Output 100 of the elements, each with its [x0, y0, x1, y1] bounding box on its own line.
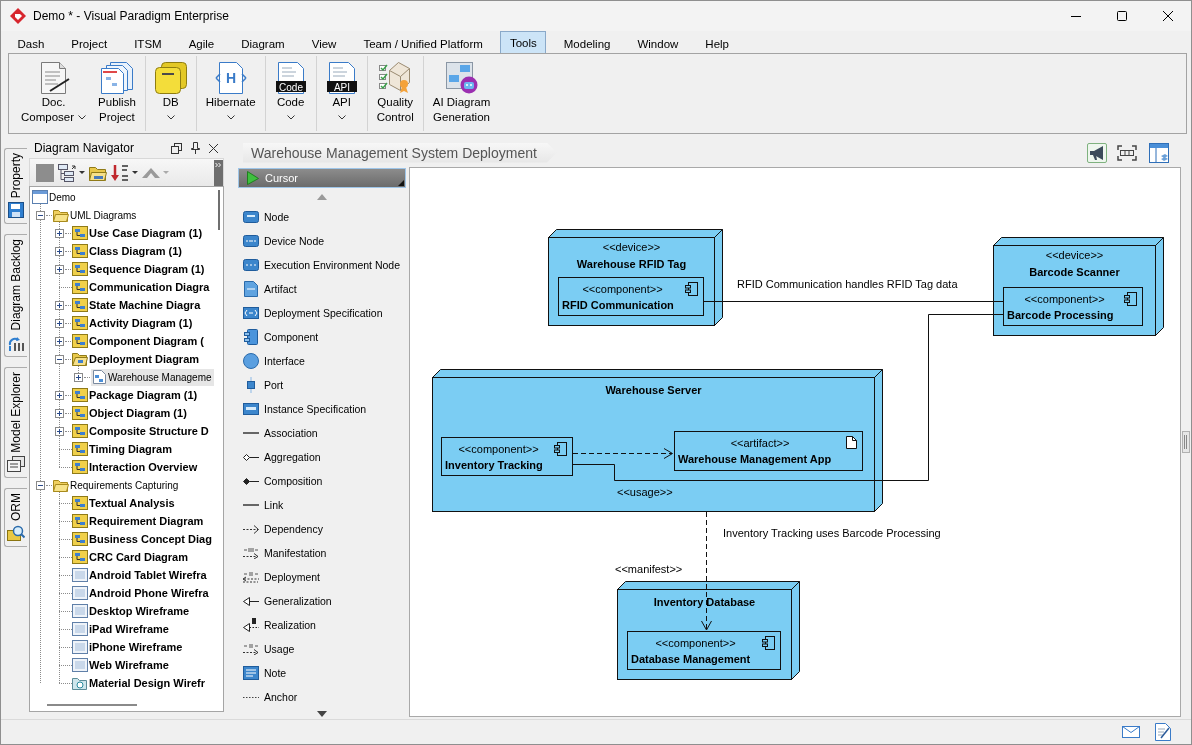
palette-tool[interactable]: Anchor — [237, 685, 407, 709]
tree-item[interactable]: Business Concept Diag — [72, 530, 214, 548]
ribbon-button[interactable]: AI Diagram Generation — [426, 56, 497, 131]
palette-tool[interactable]: Association — [237, 421, 407, 445]
expand-toggle[interactable] — [55, 318, 64, 328]
palette-tool[interactable]: Aggregation — [237, 445, 407, 469]
tree-item[interactable]: Desktop Wireframe — [72, 602, 192, 620]
pin-icon[interactable] — [191, 142, 200, 154]
tree-item[interactable]: Web Wireframe — [72, 656, 171, 674]
toolbar-button[interactable] — [58, 161, 85, 184]
palette-tool[interactable]: Component — [237, 325, 407, 349]
expand-toggle[interactable] — [55, 390, 64, 400]
ribbon-button[interactable]: Doc. Composer — [15, 56, 93, 131]
palette-tool[interactable]: Deployment Specification — [237, 301, 407, 325]
palette-tool[interactable]: Deployment — [237, 565, 407, 589]
tree-item[interactable]: Demo — [32, 188, 78, 206]
tree-item[interactable]: Requirements Capturing — [53, 476, 181, 494]
menu-tab[interactable]: Window — [627, 33, 688, 53]
menu-tab[interactable]: View — [302, 33, 346, 53]
palette-tool[interactable]: Link — [237, 493, 407, 517]
menu-tab[interactable]: Team / Unified Platform — [353, 33, 493, 53]
palette-tool[interactable]: Composition — [237, 469, 407, 493]
palette-tool[interactable]: Usage — [237, 637, 407, 661]
close-icon[interactable] — [209, 143, 218, 153]
expand-toggle[interactable] — [55, 426, 64, 436]
collapse-toggle[interactable] — [36, 210, 45, 220]
tree-item[interactable]: Interaction Overview — [72, 458, 200, 476]
toolbar-button[interactable] — [1147, 140, 1171, 165]
ribbon-button[interactable]: API API — [319, 56, 364, 131]
toolbar-button[interactable] — [1087, 142, 1107, 163]
palette-tool[interactable]: Artifact — [237, 277, 407, 301]
mail-icon[interactable] — [1122, 726, 1140, 738]
expand-toggle[interactable] — [55, 336, 64, 346]
menu-tab[interactable]: Dash — [8, 33, 54, 53]
scroll-down-icon[interactable] — [317, 710, 327, 717]
ribbon-button[interactable]: DB — [148, 56, 193, 131]
menu-tab[interactable]: Help — [695, 33, 739, 53]
tree-item[interactable]: Textual Analysis — [72, 494, 177, 512]
expand-toggle[interactable] — [74, 372, 83, 382]
tree-item[interactable]: iPad Wireframe — [72, 620, 171, 638]
menu-tab[interactable]: Agile — [179, 33, 224, 53]
tree-item[interactable]: Android Phone Wirefra — [72, 584, 211, 602]
side-tab[interactable]: Model Explorer — [4, 366, 27, 479]
palette-tool[interactable]: Note — [237, 661, 407, 685]
tree-item[interactable]: UML Diagrams — [53, 206, 139, 224]
palette-tool[interactable]: Generalization — [237, 589, 407, 613]
tree-item[interactable]: CRC Card Diagram — [72, 548, 191, 566]
tree-item[interactable]: Activity Diagram (1) — [72, 314, 195, 332]
tree-item[interactable]: Warehouse Manageme — [91, 368, 214, 386]
toolbar-button[interactable] — [1115, 142, 1139, 163]
menu-tab[interactable]: Project — [61, 33, 117, 53]
side-tab[interactable]: Property — [4, 148, 27, 225]
menu-tab[interactable]: Tools — [500, 31, 547, 53]
tree-item[interactable]: Android Tablet Wirefra — [72, 566, 209, 584]
tree-item[interactable]: Deployment Diagram — [72, 350, 202, 368]
restore-icon[interactable] — [171, 142, 182, 154]
scrollbar-thumb[interactable] — [218, 190, 220, 230]
ribbon-button[interactable]: Code Code — [268, 56, 313, 131]
splitter-handle[interactable] — [1182, 431, 1190, 453]
ribbon-button[interactable]: Publish Project — [92, 56, 142, 131]
palette-tool[interactable]: Manifestation — [237, 541, 407, 565]
palette-tool[interactable]: Node — [237, 205, 407, 229]
palette-tool[interactable]: Execution Environment Node — [237, 253, 407, 277]
menu-tab[interactable]: ITSM — [124, 33, 172, 53]
tree-item[interactable]: Material Design Wirefr — [72, 674, 208, 692]
cursor-tool[interactable]: Cursor — [238, 168, 406, 188]
expand-toggle[interactable] — [55, 300, 64, 310]
tree-item[interactable]: State Machine Diagra — [72, 296, 203, 314]
expand-toggle[interactable] — [55, 228, 64, 238]
collapse-toggle[interactable] — [36, 480, 45, 490]
tree-item[interactable]: Sequence Diagram (1) — [72, 260, 207, 278]
menu-tab[interactable]: Modeling — [554, 33, 620, 53]
note-pen-icon[interactable] — [1155, 723, 1171, 741]
tree-item[interactable]: iPhone Wireframe — [72, 638, 185, 656]
palette-tool[interactable]: Instance Specification — [237, 397, 407, 421]
side-tab[interactable]: ORM — [4, 488, 27, 548]
tree-item[interactable]: Composite Structure D — [72, 422, 211, 440]
expand-toggle[interactable] — [55, 246, 64, 256]
expand-toggle[interactable] — [55, 264, 64, 274]
more-icon[interactable] — [214, 159, 223, 186]
palette-tool[interactable]: Realization — [237, 613, 407, 637]
scrollbar-thumb[interactable] — [47, 704, 137, 706]
palette-tool[interactable]: Dependency — [237, 517, 407, 541]
palette-tool[interactable]: Port — [237, 373, 407, 397]
tree-item[interactable]: Object Diagram (1) — [72, 404, 189, 422]
menu-tab[interactable]: Diagram — [231, 33, 295, 53]
ribbon-button[interactable]: H Hibernate — [199, 56, 262, 131]
tree-item[interactable]: Class Diagram (1) — [72, 242, 184, 260]
tree-item[interactable]: Requirement Diagram — [72, 512, 206, 530]
tree-item[interactable]: Communication Diagra — [72, 278, 212, 296]
collapse-toggle[interactable] — [55, 354, 64, 364]
ribbon-button[interactable]: Quality Control — [370, 56, 420, 131]
tree-item[interactable]: Component Diagram ( — [72, 332, 206, 350]
palette-tool[interactable]: Device Node — [237, 229, 407, 253]
side-tab[interactable]: Diagram Backlog — [4, 234, 27, 357]
tree-item[interactable]: Package Diagram (1) — [72, 386, 200, 404]
palette-tool[interactable]: Interface — [237, 349, 407, 373]
tree-item[interactable]: Timing Diagram — [72, 440, 174, 458]
expand-toggle[interactable] — [55, 408, 64, 418]
tree-item[interactable]: Use Case Diagram (1) — [72, 224, 205, 242]
